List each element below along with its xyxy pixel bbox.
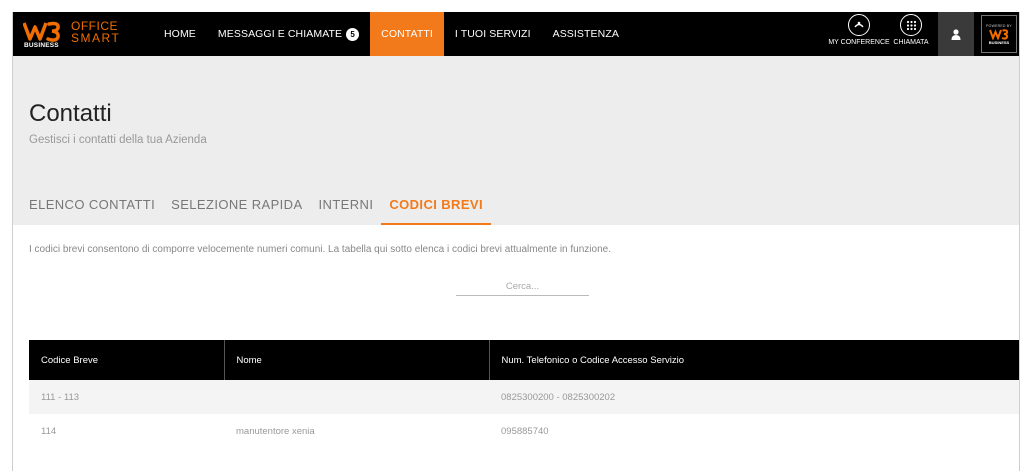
chiamata-button[interactable]: CHIAMATA: [883, 14, 939, 54]
cell-codice: 111 - 113: [41, 391, 80, 403]
search-input[interactable]: [456, 278, 589, 296]
tab-elenco-contatti[interactable]: ELENCO CONTATTI: [13, 184, 163, 225]
top-navbar: BUSINESS OFFICE SMART HOME MESSAGGI E CH…: [13, 12, 1019, 56]
nav-servizi[interactable]: I TUOI SERVIZI: [444, 12, 542, 56]
powered-business-text: BUSINESS: [988, 39, 1010, 45]
nav-servizi-label: I TUOI SERVIZI: [454, 28, 531, 40]
nav-messaggi[interactable]: MESSAGGI E CHIAMATE 5: [207, 12, 370, 56]
conference-icon: [848, 14, 870, 36]
table-header-row: Codice Breve Nome Num. Telefonico o Codi…: [29, 340, 1019, 380]
page-subtitle: Gestisci i contatti della tua Azienda: [29, 134, 207, 146]
nav-home[interactable]: HOME: [153, 12, 207, 56]
conference-label: MY CONFERENCE: [828, 39, 890, 46]
nav-contatti-label: CONTATTI: [381, 28, 433, 40]
column-header[interactable]: Codice Breve: [29, 340, 225, 380]
cell-numero: 0825300200 - 0825300202: [501, 391, 616, 403]
tab-selezione-rapida[interactable]: SELEZIONE RAPIDA: [163, 184, 310, 225]
main-nav: HOME MESSAGGI E CHIAMATE 5 CONTATTI I TUO…: [153, 12, 630, 56]
cell-numero: 095885740: [501, 425, 549, 437]
logo[interactable]: BUSINESS OFFICE SMART: [23, 16, 133, 52]
nav-home-label: HOME: [164, 28, 196, 40]
table-row[interactable]: 111 - 113 0825300200 - 0825300202: [29, 380, 1019, 414]
tab-interni[interactable]: INTERNI: [311, 184, 382, 225]
cell-nome: manutentore xenia: [236, 425, 315, 437]
cell-nome: [224, 380, 489, 414]
page-title: Contatti: [29, 100, 112, 127]
dialpad-icon: [900, 14, 922, 36]
tab-codici-brevi[interactable]: CODICI BREVI: [381, 184, 491, 225]
column-header[interactable]: Nome: [224, 340, 490, 380]
page-header: Contatti Gestisci i contatti della tua A…: [13, 56, 1019, 225]
codici-brevi-table: Codice Breve Nome Num. Telefonico o Codi…: [29, 340, 1019, 448]
user-button[interactable]: [938, 12, 974, 56]
nav-contatti[interactable]: CONTATTI: [370, 12, 444, 56]
brand-smart: SMART: [71, 31, 121, 45]
column-header[interactable]: Num. Telefonico o Codice Accesso Servizi…: [489, 340, 1019, 380]
nav-assistenza[interactable]: ASSISTENZA: [542, 12, 630, 56]
my-conference-button[interactable]: MY CONFERENCE: [828, 14, 890, 54]
cell-codice: 114: [41, 425, 57, 437]
brand-logo-icon: [23, 21, 60, 42]
description-text: I codici brevi consentono di comporre ve…: [29, 244, 611, 255]
chiamata-label: CHIAMATA: [893, 39, 929, 46]
user-icon: [951, 28, 961, 40]
tabs: ELENCO CONTATTI SELEZIONE RAPIDA INTERNI…: [13, 184, 491, 225]
app-frame: BUSINESS OFFICE SMART HOME MESSAGGI E CH…: [12, 12, 1020, 471]
brand-business: BUSINESS: [24, 42, 59, 49]
nav-assistenza-label: ASSISTENZA: [552, 28, 619, 40]
nav-messaggi-label: MESSAGGI E CHIAMATE: [217, 28, 343, 40]
notification-badge: 5: [346, 27, 360, 41]
table-row[interactable]: 114 manutentore xenia 095885740: [29, 414, 1019, 448]
powered-by-logo: POWERED BY BUSINESS: [981, 15, 1017, 53]
powered-brand-icon: [989, 28, 1009, 40]
